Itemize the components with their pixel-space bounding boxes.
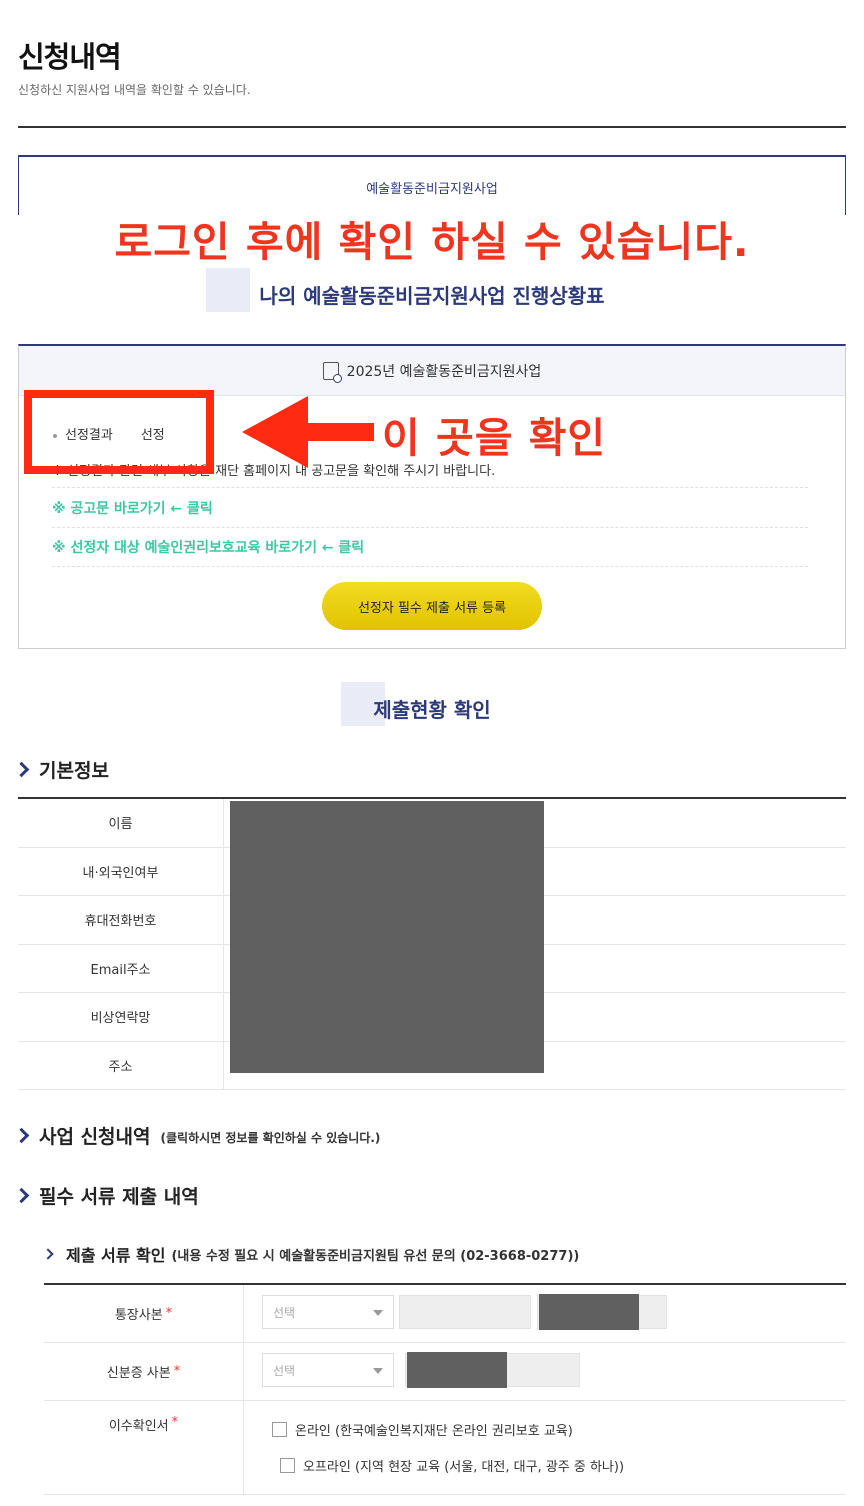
chevron-right-icon: [13, 761, 30, 778]
required-docs-heading: 필수 서류 제출 내역: [13, 1182, 199, 1209]
row-label: 신분증 사본 *: [44, 1343, 244, 1400]
row-label: 이름: [18, 799, 224, 847]
row-label: 통장사본 *: [44, 1285, 244, 1342]
bankbook-file-name: [399, 1295, 531, 1329]
row-label: Email주소: [18, 944, 224, 992]
progress-title: 나의 예술활동준비금지원사업 진행상황표: [259, 284, 605, 308]
page-title: 신청내역: [18, 40, 122, 74]
doc-check-title: 제출 서류 확인: [66, 1246, 166, 1265]
document-search-icon: [322, 361, 342, 383]
row-label: 비상연락망: [18, 993, 224, 1041]
divider: [52, 487, 808, 488]
row-label: 주소: [18, 1041, 224, 1089]
required-docs-title: 필수 서류 제출 내역: [39, 1186, 199, 1208]
check-here-annotation: 이 곳을 확인: [382, 414, 607, 462]
arrow-left-icon: [242, 396, 374, 468]
title-divider: [18, 126, 846, 128]
basic-info-heading: 기본정보: [13, 756, 109, 783]
online-education-checkbox[interactable]: 온라인 (한국예술인복지재단 온라인 권리보호 교육): [272, 1420, 573, 1439]
row-label: 이수확인서 *: [44, 1401, 244, 1494]
bankbook-select[interactable]: 선택: [262, 1295, 394, 1329]
chevron-down-icon: [373, 1368, 383, 1374]
application-title: 사업 신청내역: [39, 1126, 151, 1148]
divider: [52, 527, 808, 528]
row-label: 내·외국인여부: [18, 847, 224, 895]
education-link[interactable]: ※ 선정자 대상 예술인권리보호교육 바로가기 ← 클릭: [52, 537, 364, 557]
checkbox-icon[interactable]: [272, 1422, 287, 1437]
doc-check-heading: 제출 서류 확인 (내용 수정 필요 시 예술활동준비금지원팀 유선 문의 (0…: [42, 1242, 580, 1266]
application-hint: (클릭하시면 정보를 확인하실 수 있습니다.): [160, 1131, 381, 1145]
id-card-select[interactable]: 선택: [262, 1353, 394, 1387]
divider: [52, 566, 808, 567]
result-header: 2025년 예술활동준비금지원사업: [19, 346, 845, 396]
highlight-rectangle: [24, 390, 214, 474]
doc-check-hint: (내용 수정 필요 시 예술활동준비금지원팀 유선 문의 (02-3668-02…: [171, 1248, 580, 1264]
chevron-right-icon: [42, 1248, 54, 1260]
redacted-personal-info: [230, 801, 544, 1073]
chevron-right-icon: [13, 1187, 30, 1204]
submit-documents-button[interactable]: 선정자 필수 제출 서류 등록: [322, 582, 542, 630]
result-header-label: 2025년 예술활동준비금지원사업: [346, 363, 542, 380]
offline-education-checkbox[interactable]: 오프라인 (지역 현장 교육 (서울, 대전, 대구, 광주 중 하나)): [280, 1456, 624, 1475]
notice-link[interactable]: ※ 공고문 바로가기 ← 클릭: [52, 498, 213, 518]
chevron-right-icon: [13, 1127, 30, 1144]
page-subtitle: 신청하신 지원사업 내역을 확인할 수 있습니다.: [18, 83, 251, 97]
checkbox-icon[interactable]: [280, 1458, 295, 1473]
program-label: 예술활동준비금지원사업: [366, 182, 498, 197]
submission-title: 제출현황 확인: [373, 698, 491, 722]
login-notice-overlay: 로그인 후에 확인 하실 수 있습니다.: [114, 218, 750, 266]
application-heading[interactable]: 사업 신청내역 (클릭하시면 정보를 확인하실 수 있습니다.): [13, 1122, 381, 1149]
redacted-file: [407, 1352, 507, 1388]
redacted-file: [539, 1294, 639, 1330]
table-row: 이수확인서 *: [44, 1401, 846, 1495]
row-label: 휴대전화번호: [18, 896, 224, 944]
chevron-down-icon: [373, 1310, 383, 1316]
basic-info-title: 기본정보: [39, 760, 109, 782]
